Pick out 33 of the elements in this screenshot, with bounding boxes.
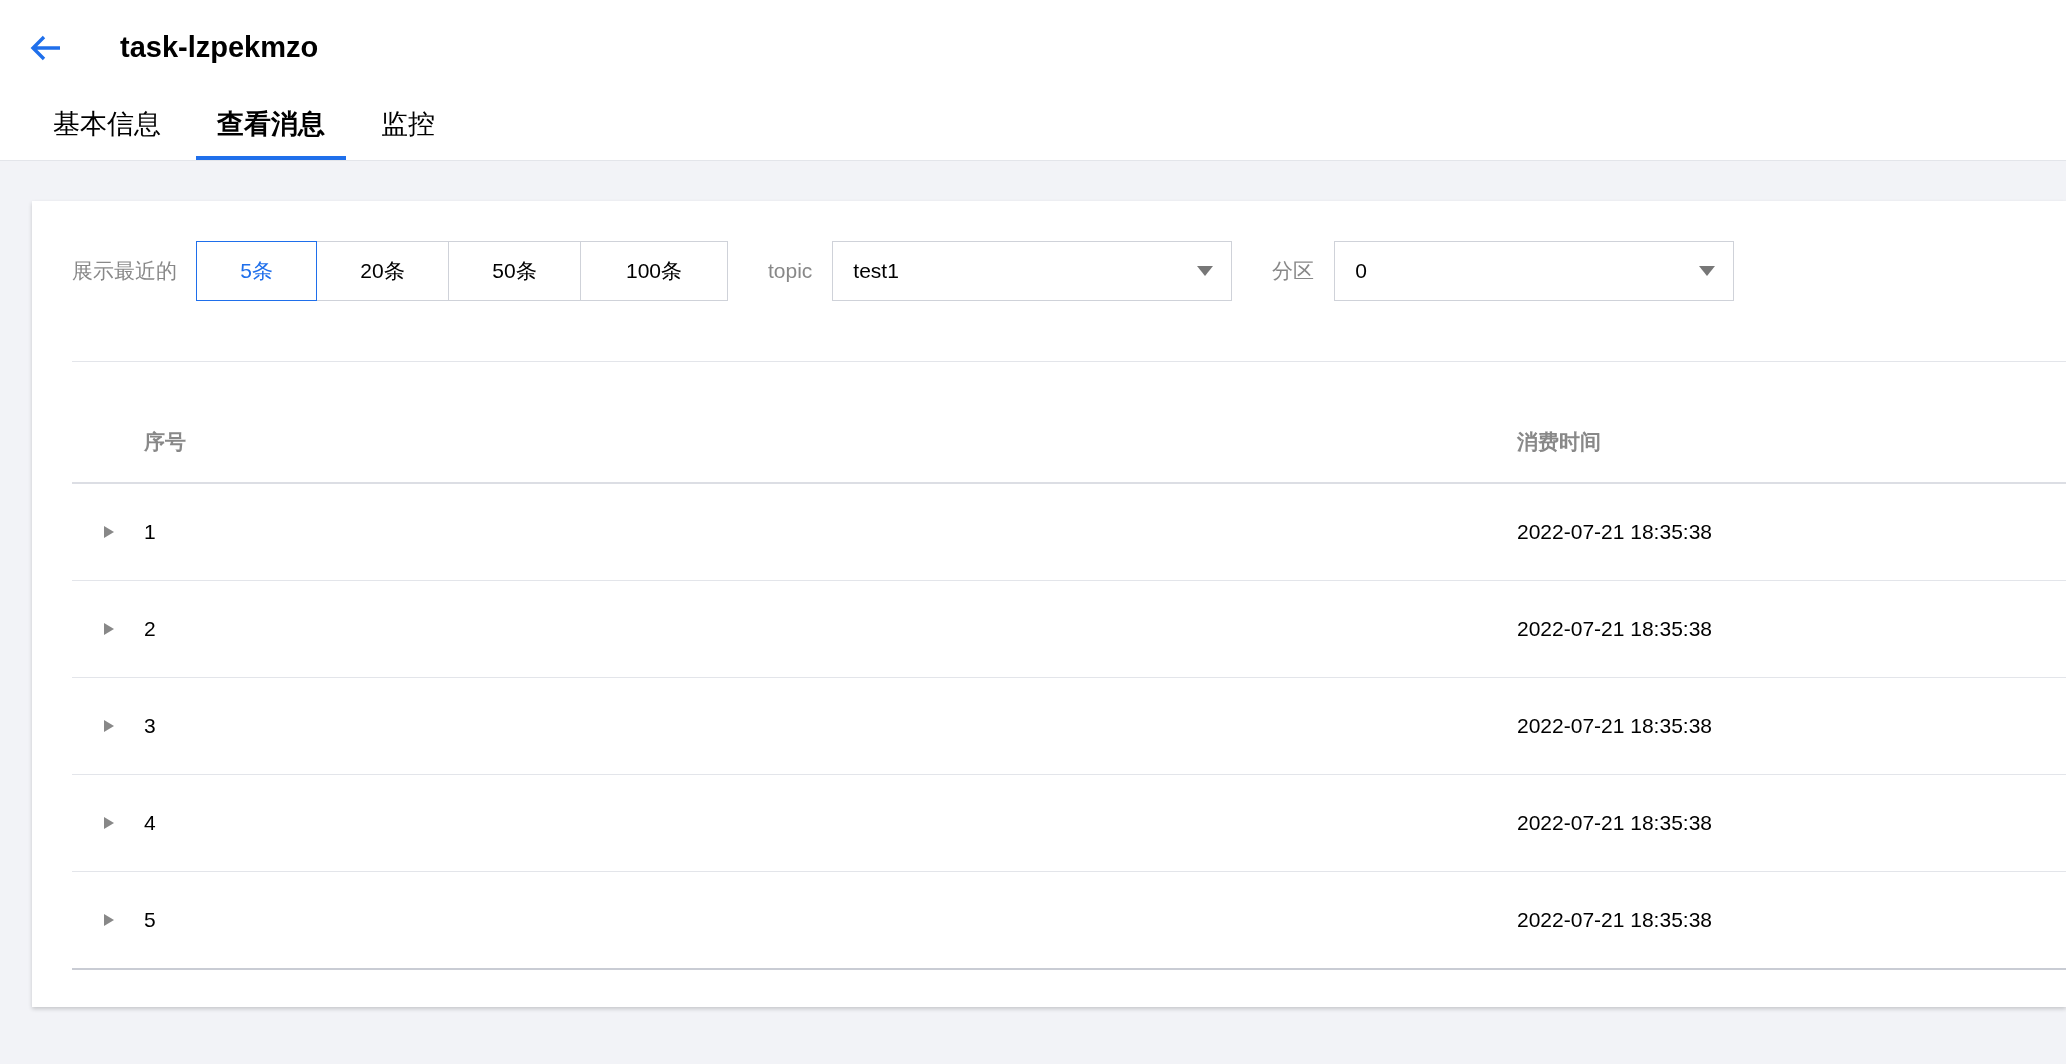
table-cell: 2022-07-21 18:35:38 [1517,714,1712,738]
partition-select[interactable]: 0 [1334,241,1735,301]
filter-label: 分区 [1272,258,1315,284]
tab[interactable]: 基本信息 [32,94,182,160]
page-title: task-lzpekmzo [120,30,319,64]
back-arrow-icon[interactable] [30,34,62,62]
count-option-button[interactable]: 5条 [196,241,317,301]
column-header: 消费时间 [1517,429,1601,455]
expand-caret-icon[interactable] [104,526,114,538]
table-cell: 2022-07-21 18:35:38 [1517,811,1712,835]
topic-select[interactable]: test1 [832,241,1233,301]
count-option-button[interactable]: 50条 [448,241,581,301]
table-cell: 2022-07-21 18:35:38 [1517,617,1712,641]
table-cell-text: 4 [144,811,157,835]
filter-label: topic [768,259,813,283]
count-option-button[interactable]: 20条 [316,241,449,301]
table-cell-text: 3 [144,714,157,738]
count-option-button[interactable]: 100条 [580,241,728,301]
table-cell: 2022-07-21 18:35:38 [1517,908,1712,932]
dropdown-caret-icon [1197,266,1214,276]
column-header: 序号 [144,429,187,455]
expand-caret-icon[interactable] [104,623,114,635]
expand-caret-icon[interactable] [104,817,114,829]
filter-label: 展示最近的 [72,258,177,284]
tab[interactable]: 监控 [360,94,456,160]
expand-caret-icon[interactable] [104,914,114,926]
table-cell-text: 1 [144,520,157,544]
tab[interactable]: 查看消息 [196,94,346,160]
table-cell-text: 2 [144,617,157,641]
dropdown-caret-icon [1699,266,1716,276]
expand-caret-icon[interactable] [104,720,114,732]
table-cell: 2022-07-21 18:35:38 [1517,520,1712,544]
table-cell-text: 5 [144,908,157,932]
